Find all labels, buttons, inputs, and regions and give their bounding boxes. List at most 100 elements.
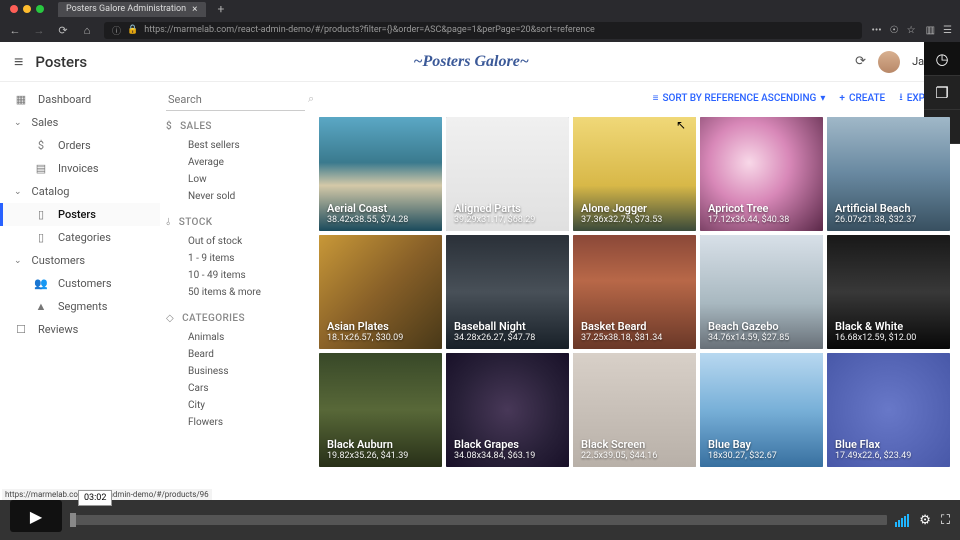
- filter-head: $SALES: [166, 121, 305, 132]
- browser-chrome: Posters Galore Administration × + ← → ⟳ …: [0, 0, 960, 42]
- filter-item[interactable]: Cars: [166, 380, 305, 397]
- nav-item-invoices[interactable]: ▤Invoices: [0, 157, 160, 180]
- reload-icon[interactable]: ⟳: [56, 24, 70, 37]
- product-caption: Apricot Tree17.12x36.44, $40.38: [708, 202, 815, 225]
- product-title: Black Grapes: [454, 438, 561, 451]
- main-layout: ▦Dashboard⌄Sales$Orders▤Invoices⌄Catalog…: [0, 82, 960, 500]
- filter-item[interactable]: Average: [166, 154, 305, 171]
- product-title: Aligned Parts: [454, 202, 561, 215]
- product-meta: 37.36x32.75, $73.53: [581, 215, 688, 225]
- product-card[interactable]: Black Auburn19.82x35.26, $41.39: [319, 353, 442, 467]
- window-controls[interactable]: [10, 5, 44, 13]
- layers-ext-icon[interactable]: ❐: [924, 76, 960, 110]
- chevron-down-icon: ⌄: [14, 187, 22, 197]
- product-title: Blue Flax: [835, 438, 942, 451]
- filter-item[interactable]: Never sold: [166, 188, 305, 205]
- product-card[interactable]: Aerial Coast38.42x38.55, $74.28: [319, 117, 442, 231]
- filter-item[interactable]: 1 - 9 items: [166, 250, 305, 267]
- nav-item-customers[interactable]: ⌄Customers: [0, 249, 160, 272]
- product-card[interactable]: Baseball Night34.28x26.27, $47.78: [446, 235, 569, 349]
- maximize-window-icon[interactable]: [36, 5, 44, 13]
- nav-item-reviews[interactable]: ☐Reviews: [0, 318, 160, 341]
- menu-icon[interactable]: ☰: [943, 25, 952, 36]
- library-icon[interactable]: ▥: [926, 25, 935, 36]
- filter-panel: ⌕ $SALES Best sellersAverageLowNever sold…: [160, 82, 315, 500]
- browser-tab[interactable]: Posters Galore Administration ×: [58, 2, 206, 17]
- nav-label: Posters: [58, 208, 96, 221]
- product-title: Aerial Coast: [327, 202, 434, 215]
- product-card[interactable]: Black & White16.68x12.59, $12.00: [827, 235, 950, 349]
- product-caption: Black Grapes34.08x34.84, $63.19: [454, 438, 561, 461]
- reader-icon[interactable]: ☉: [890, 25, 899, 36]
- product-card[interactable]: Basket Beard37.25x38.18, $81.34: [573, 235, 696, 349]
- filter-group-sales: $SALES Best sellersAverageLowNever sold: [166, 121, 305, 205]
- create-button[interactable]: + CREATE: [839, 93, 885, 104]
- filter-item[interactable]: Beard: [166, 346, 305, 363]
- address-bar[interactable]: ⓘ 🔒 https://marmelab.com/react-admin-dem…: [104, 22, 862, 39]
- product-card[interactable]: Blue Bay18x30.27, $32.67: [700, 353, 823, 467]
- nav-item-orders[interactable]: $Orders: [0, 134, 160, 157]
- seek-track[interactable]: [70, 515, 887, 525]
- sort-button[interactable]: ≡ SORT BY REFERENCE ASCENDING ▾: [653, 93, 826, 104]
- product-card[interactable]: Asian Plates18.1x26.57, $30.09: [319, 235, 442, 349]
- chevron-down-icon: ⌄: [14, 118, 22, 128]
- product-caption: Beach Gazebo34.76x14.59, $27.85: [708, 320, 815, 343]
- more-icon[interactable]: •••: [872, 25, 882, 36]
- volume-icon[interactable]: [895, 514, 909, 527]
- tab-title: Posters Galore Administration: [66, 4, 186, 14]
- nav-item-categories[interactable]: ▯Categories: [0, 226, 160, 249]
- filter-item[interactable]: Best sellers: [166, 137, 305, 154]
- filter-item[interactable]: Out of stock: [166, 233, 305, 250]
- nav-item-segments[interactable]: ▲Segments: [0, 295, 160, 318]
- close-window-icon[interactable]: [10, 5, 18, 13]
- close-tab-icon[interactable]: ×: [192, 4, 197, 15]
- play-button[interactable]: ▶: [10, 500, 62, 532]
- product-card[interactable]: Black Screen22.5x39.05, $44.16: [573, 353, 696, 467]
- nav-item-posters[interactable]: ▯Posters: [0, 203, 160, 226]
- product-card[interactable]: Alone Jogger37.36x32.75, $73.53: [573, 117, 696, 231]
- nav-item-dashboard[interactable]: ▦Dashboard: [0, 88, 160, 111]
- product-card[interactable]: Aligned Parts39.29x31.17, $68.29: [446, 117, 569, 231]
- filter-item[interactable]: Business: [166, 363, 305, 380]
- product-caption: Aerial Coast38.42x38.55, $74.28: [327, 202, 434, 225]
- product-meta: 18x30.27, $32.67: [708, 451, 815, 461]
- product-card[interactable]: Beach Gazebo34.76x14.59, $27.85: [700, 235, 823, 349]
- product-title: Baseball Night: [454, 320, 561, 333]
- home-icon[interactable]: ⌂: [80, 24, 94, 37]
- history-ext-icon[interactable]: ◷: [924, 42, 960, 76]
- lock-icon: 🔒: [127, 25, 138, 35]
- minimize-window-icon[interactable]: [23, 5, 31, 13]
- extension-icons: ▥ ☰: [926, 25, 952, 36]
- filter-item[interactable]: Animals: [166, 329, 305, 346]
- product-caption: Blue Flax17.49x22.6, $23.49: [835, 438, 942, 461]
- search-box[interactable]: ⌕: [166, 88, 305, 111]
- filter-item[interactable]: City: [166, 397, 305, 414]
- info-icon[interactable]: ⓘ: [112, 24, 121, 37]
- filter-head-label: CATEGORIES: [182, 313, 245, 324]
- settings-icon[interactable]: ⚙: [919, 513, 931, 528]
- product-card[interactable]: Blue Flax17.49x22.6, $23.49: [827, 353, 950, 467]
- search-input[interactable]: [168, 93, 308, 106]
- nav-item-catalog[interactable]: ⌄Catalog: [0, 180, 160, 203]
- filter-item[interactable]: 50 items & more: [166, 284, 305, 301]
- refresh-icon[interactable]: ⟳: [855, 54, 866, 69]
- menu-toggle-icon[interactable]: ≡: [14, 52, 23, 72]
- nav-item-sales[interactable]: ⌄Sales: [0, 111, 160, 134]
- new-tab-icon[interactable]: +: [212, 2, 231, 16]
- star-icon[interactable]: ☆: [907, 25, 916, 36]
- product-card[interactable]: Artificial Beach26.07x21.38, $32.37: [827, 117, 950, 231]
- product-title: Basket Beard: [581, 320, 688, 333]
- product-meta: 37.25x38.18, $81.34: [581, 333, 688, 343]
- seek-thumb[interactable]: [70, 513, 76, 527]
- product-card[interactable]: Apricot Tree17.12x36.44, $40.38: [700, 117, 823, 231]
- filter-item[interactable]: Low: [166, 171, 305, 188]
- avatar[interactable]: [878, 51, 900, 73]
- product-title: Beach Gazebo: [708, 320, 815, 333]
- fullscreen-icon[interactable]: ⛶: [941, 513, 950, 528]
- toolbar: ← → ⟳ ⌂ ⓘ 🔒 https://marmelab.com/react-a…: [0, 18, 960, 42]
- back-icon[interactable]: ←: [8, 24, 22, 37]
- filter-item[interactable]: 10 - 49 items: [166, 267, 305, 284]
- filter-item[interactable]: Flowers: [166, 414, 305, 431]
- product-card[interactable]: Black Grapes34.08x34.84, $63.19: [446, 353, 569, 467]
- nav-item-customers[interactable]: 👥Customers: [0, 272, 160, 295]
